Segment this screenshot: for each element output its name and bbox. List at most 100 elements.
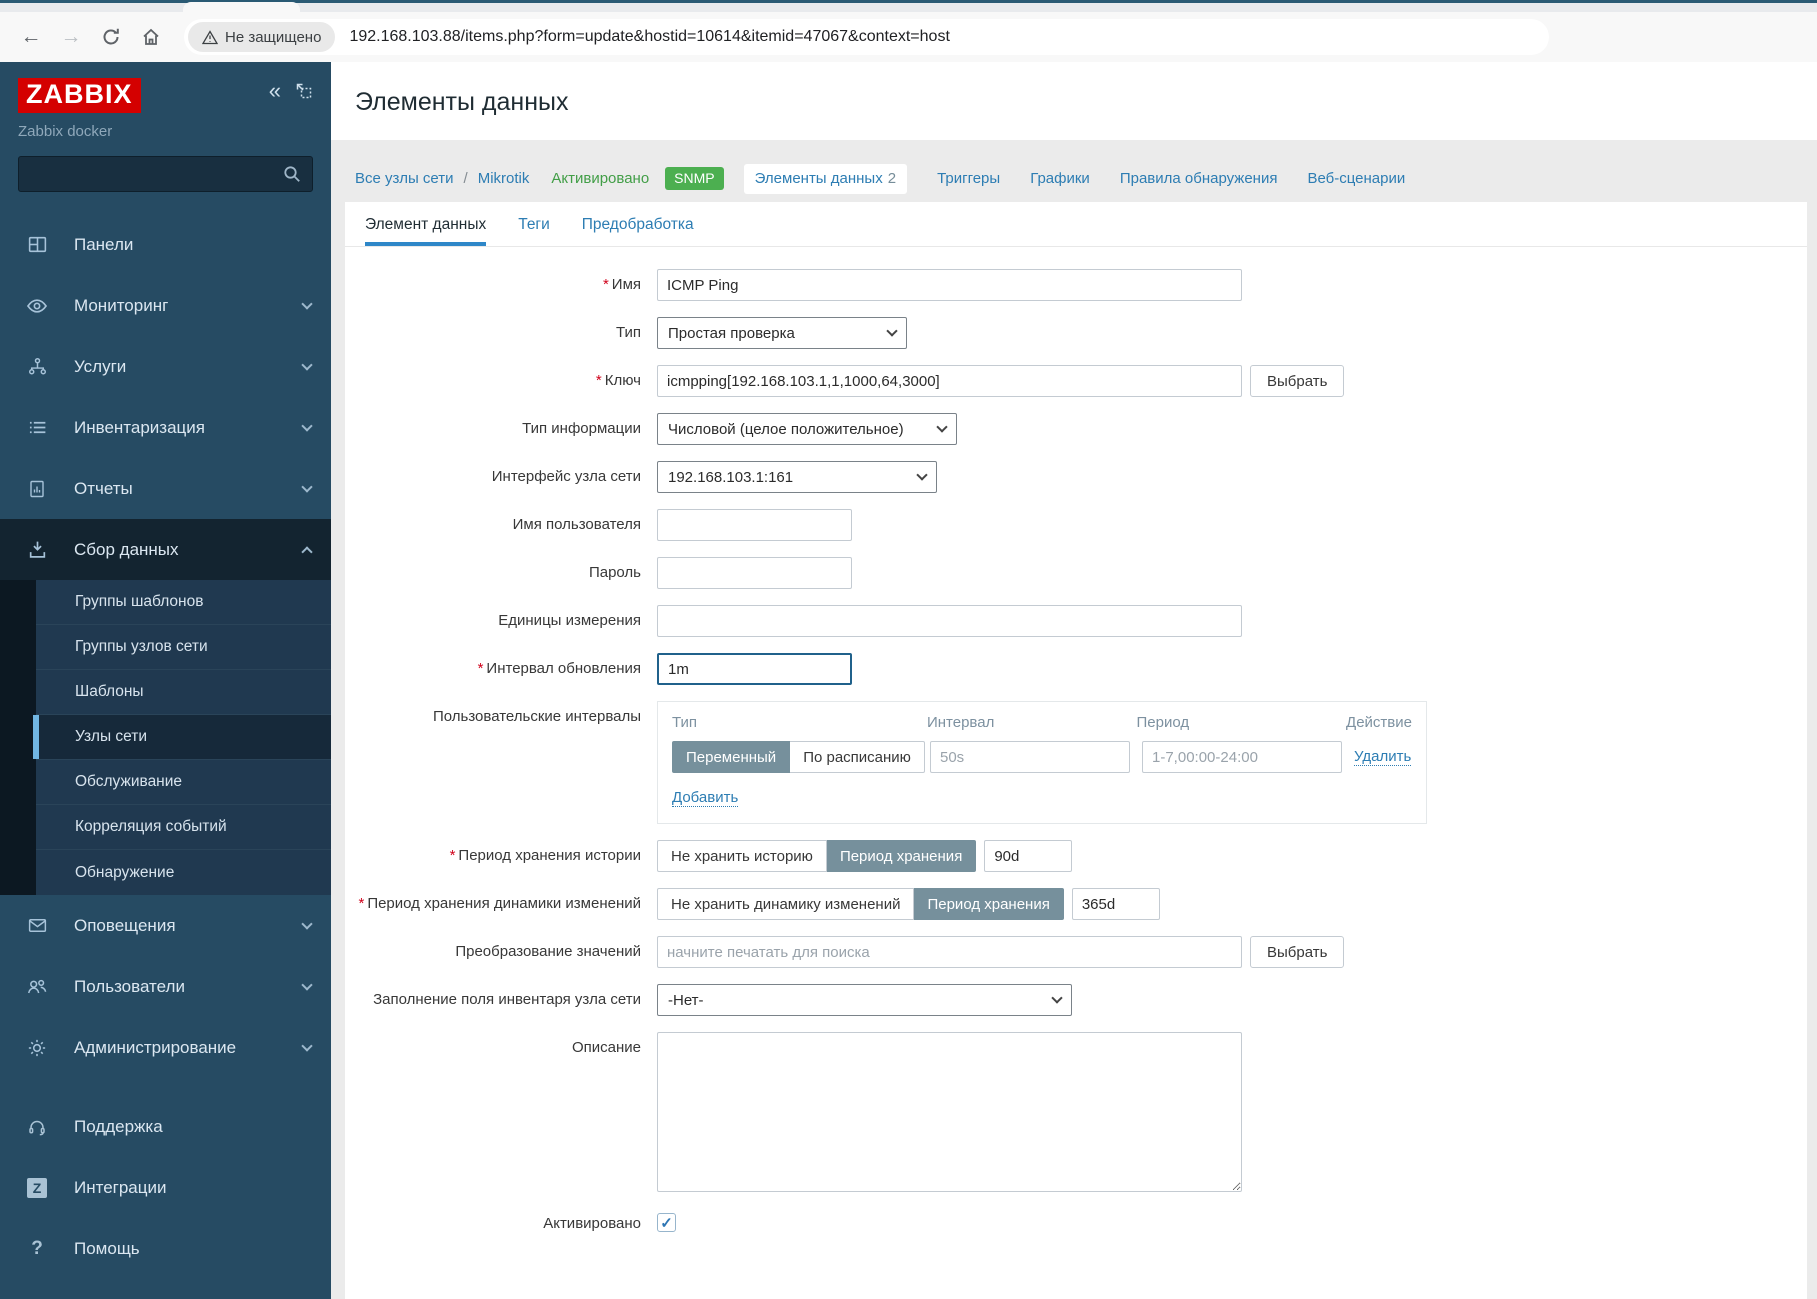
trends-storage-option[interactable]: Период хранения — [914, 888, 1063, 920]
type-select-value: Простая проверка — [668, 325, 795, 342]
trends-toggle: Не хранить динамику изменений Период хра… — [657, 888, 1064, 920]
refresh-icon[interactable] — [94, 20, 128, 54]
tab-item[interactable]: Элемент данных — [365, 216, 486, 246]
forward-icon[interactable]: → — [54, 20, 88, 54]
sidebar-item-discovery[interactable]: Обнаружение — [36, 850, 331, 895]
trends-value-input[interactable] — [1072, 888, 1160, 920]
info-type-label: Тип информации — [345, 413, 657, 437]
breadcrumb: Все узлы сети / Mikrotik Активировано SN… — [331, 140, 1817, 202]
tab-triggers[interactable]: Триггеры — [937, 170, 1000, 187]
interface-label: Интерфейс узла сети — [345, 461, 657, 485]
password-label: Пароль — [345, 557, 657, 581]
warning-icon — [202, 30, 218, 45]
tab-preprocessing[interactable]: Предобработка — [582, 216, 694, 246]
info-type-select-value: Числовой (целое положительное) — [668, 421, 904, 438]
sidebar-item-dashboards[interactable]: Панели — [0, 214, 331, 275]
help-icon: ? — [24, 1238, 50, 1260]
history-storage-option[interactable]: Период хранения — [827, 840, 976, 872]
trends-off-option[interactable]: Не хранить динамику изменений — [657, 888, 914, 920]
tab-tags[interactable]: Теги — [518, 216, 550, 246]
sidebar-item-label: Помощь — [74, 1239, 140, 1259]
chevron-down-icon — [1051, 992, 1062, 1003]
tab-graphs[interactable]: Графики — [1030, 170, 1090, 187]
administration-icon — [24, 1037, 50, 1059]
browser-tab[interactable] — [183, 2, 300, 12]
tab-web-scenarios[interactable]: Веб-сценарии — [1307, 170, 1405, 187]
history-toggle: Не хранить историю Период хранения — [657, 840, 976, 872]
security-chip[interactable]: Не защищено — [188, 22, 335, 52]
sidebar-item-templates[interactable]: Шаблоны — [36, 670, 331, 715]
interval-type-scheduling[interactable]: По расписанию — [790, 741, 925, 773]
sidebar-item-data-collection[interactable]: Сбор данных — [0, 519, 331, 580]
history-off-option[interactable]: Не хранить историю — [657, 840, 827, 872]
valuemap-input[interactable] — [657, 936, 1242, 968]
address-bar[interactable]: Не защищено 192.168.103.88/items.php?for… — [184, 19, 1549, 55]
tab-items-count: 2 — [888, 170, 896, 187]
sidebar-item-alerts[interactable]: Оповещения — [0, 895, 331, 956]
enabled-checkbox[interactable] — [657, 1213, 676, 1232]
key-input[interactable] — [657, 365, 1242, 397]
interface-select[interactable]: 192.168.103.1:161 — [657, 461, 937, 493]
period-input[interactable] — [1142, 741, 1342, 773]
sidebar-item-template-groups[interactable]: Группы шаблонов — [36, 580, 331, 625]
back-icon[interactable]: ← — [14, 20, 48, 54]
sidebar-item-label: Мониторинг — [74, 296, 168, 316]
chevron-down-icon — [916, 469, 927, 480]
expand-icon[interactable] — [295, 82, 313, 100]
description-label: Описание — [345, 1032, 657, 1056]
chevron-down-icon — [301, 298, 312, 309]
required-asterisk: * — [450, 847, 456, 864]
breadcrumb-link-all-hosts[interactable]: Все узлы сети — [355, 170, 454, 187]
submenu-label: Корреляция событий — [75, 818, 227, 836]
sidebar-item-services[interactable]: Услуги — [0, 336, 331, 397]
sidebar-item-monitoring[interactable]: Мониторинг — [0, 275, 331, 336]
valuemap-select-button[interactable]: Выбрать — [1250, 936, 1344, 968]
sidebar-item-label: Отчеты — [74, 479, 133, 499]
reports-icon — [24, 479, 50, 499]
info-type-select[interactable]: Числовой (целое положительное) — [657, 413, 957, 445]
sidebar-search[interactable] — [18, 156, 313, 192]
username-input[interactable] — [657, 509, 852, 541]
breadcrumb-link-host[interactable]: Mikrotik — [478, 170, 530, 187]
chevron-down-icon — [886, 325, 897, 336]
sidebar-item-inventory[interactable]: Инвентаризация — [0, 397, 331, 458]
interval-input[interactable] — [930, 741, 1130, 773]
chevron-down-icon — [936, 421, 947, 432]
sidebar-item-support[interactable]: Поддержка — [0, 1096, 331, 1157]
sidebar-item-event-correlation[interactable]: Корреляция событий — [36, 805, 331, 850]
history-value-input[interactable] — [984, 840, 1072, 872]
monitoring-icon — [24, 295, 50, 317]
description-textarea[interactable] — [657, 1032, 1242, 1192]
interval-type-flexible[interactable]: Переменный — [672, 741, 790, 773]
inventory-icon — [24, 417, 50, 438]
sidebar-collapse-icon[interactable]: « — [269, 83, 281, 99]
url-text[interactable]: 192.168.103.88/items.php?form=update&hos… — [349, 28, 949, 46]
search-input[interactable] — [29, 166, 282, 183]
data-collection-icon — [24, 539, 50, 560]
key-select-button[interactable]: Выбрать — [1250, 365, 1344, 397]
name-input[interactable] — [657, 269, 1242, 301]
type-select[interactable]: Простая проверка — [657, 317, 907, 349]
sidebar-item-integrations[interactable]: Z Интеграции — [0, 1157, 331, 1218]
units-input[interactable] — [657, 605, 1242, 637]
sidebar-item-host-groups[interactable]: Группы узлов сети — [36, 625, 331, 670]
sidebar-item-hosts[interactable]: Узлы сети — [36, 715, 331, 760]
inventory-select[interactable]: -Нет- — [657, 984, 1072, 1016]
sidebar-item-help[interactable]: ? Помощь — [0, 1218, 331, 1279]
update-interval-input[interactable] — [657, 653, 852, 685]
sidebar-item-maintenance[interactable]: Обслуживание — [36, 760, 331, 805]
tab-items[interactable]: Элементы данных2 — [744, 164, 907, 194]
action-header: Действие — [1346, 714, 1412, 731]
remove-interval-link[interactable]: Удалить — [1354, 748, 1411, 766]
zabbix-logo[interactable]: ZABBIX — [18, 78, 141, 113]
sidebar-item-users[interactable]: Пользователи — [0, 956, 331, 1017]
password-input[interactable] — [657, 557, 852, 589]
sidebar-item-administration[interactable]: Администрирование — [0, 1017, 331, 1078]
add-interval-link[interactable]: Добавить — [672, 789, 738, 807]
type-label: Тип — [345, 317, 657, 341]
sidebar-menu: Панели Мониторинг Услуги — [0, 214, 331, 1279]
trends-label: *Период хранения динамики изменений — [345, 888, 657, 912]
sidebar-item-reports[interactable]: Отчеты — [0, 458, 331, 519]
tab-discovery-rules[interactable]: Правила обнаружения — [1120, 170, 1278, 187]
home-icon[interactable] — [134, 20, 168, 54]
